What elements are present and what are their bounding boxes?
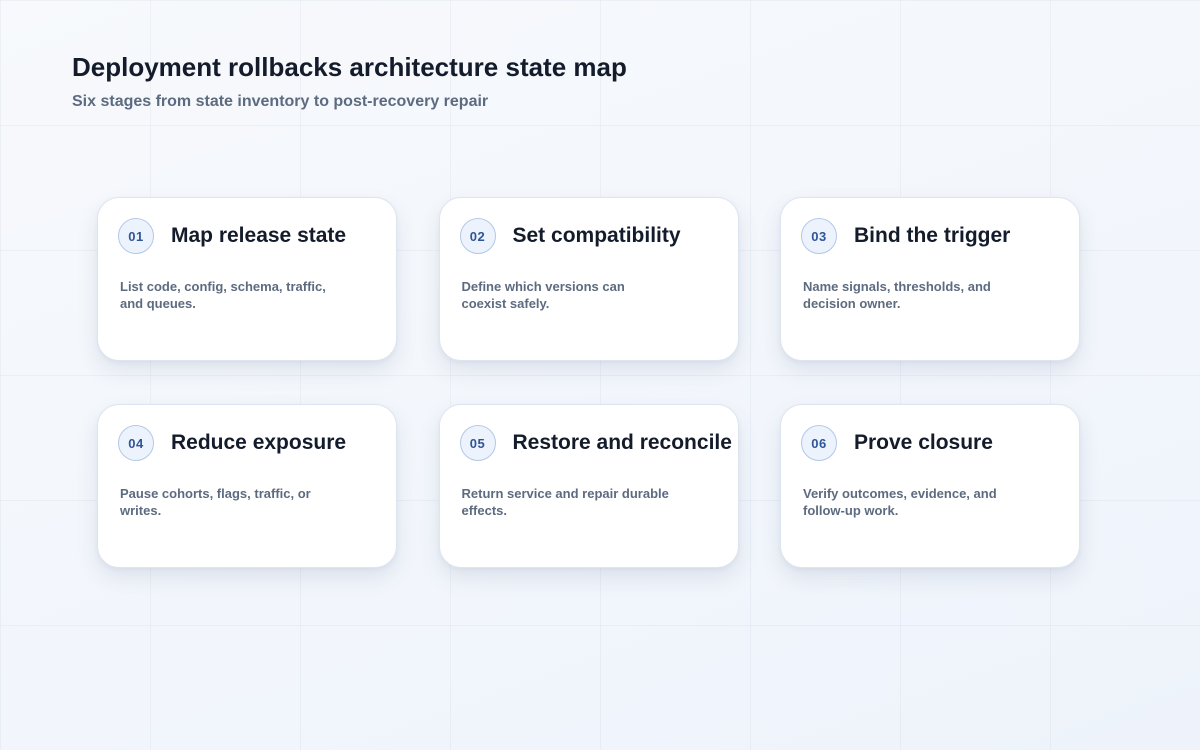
stage-number-badge: 01 [118, 218, 154, 254]
stage-description: Define which versions can coexist safely… [461, 279, 625, 311]
stage-title: Restore and reconcile [512, 431, 732, 454]
stage-card-map-release-state: 01 Map release state List code, config, … [97, 197, 397, 361]
stage-title: Prove closure [854, 431, 993, 454]
stage-title: Bind the trigger [854, 224, 1011, 247]
header: Deployment rollbacks architecture state … [72, 52, 627, 111]
stage-description: Pause cohorts, flags, traffic, or writes… [120, 486, 311, 518]
page-title: Deployment rollbacks architecture state … [72, 52, 627, 82]
stage-card-bind-the-trigger: 03 Bind the trigger Name signals, thresh… [780, 197, 1080, 361]
stage-number-badge: 05 [459, 425, 496, 461]
stage-card-reduce-exposure: 04 Reduce exposure Pause cohorts, flags,… [97, 404, 397, 568]
stage-card-restore-and-reconcile: 05 Restore and reconcile Return service … [438, 404, 739, 568]
stage-title: Map release state [171, 224, 347, 247]
page-subtitle: Six stages from state inventory to post-… [72, 93, 489, 110]
stage-title: Set compatibility [512, 224, 681, 247]
stage-number-badge: 03 [801, 218, 837, 254]
stage-title: Reduce exposure [171, 431, 347, 454]
stage-number-badge: 02 [459, 218, 496, 254]
stage-description: Return service and repair durable effect… [461, 486, 669, 518]
stage-number-badge: 04 [118, 425, 154, 461]
stage-grid: 01 Map release state List code, config, … [97, 197, 1080, 568]
stage-description: Name signals, thresholds, and decision o… [803, 279, 991, 311]
stage-card-prove-closure: 06 Prove closure Verify outcomes, eviden… [780, 404, 1080, 568]
stage-description: List code, config, schema, traffic, and … [120, 279, 326, 311]
stage-number-badge: 06 [801, 425, 837, 461]
stage-card-set-compatibility: 02 Set compatibility Define which versio… [438, 197, 739, 361]
stage-description: Verify outcomes, evidence, and follow-up… [803, 486, 997, 518]
